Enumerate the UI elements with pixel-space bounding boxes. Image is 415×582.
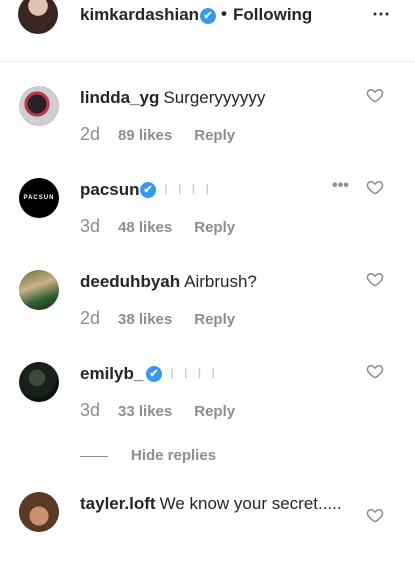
comment-item: lindda_yg Surgeryyyyyy 2d 89 likes Reply <box>0 86 415 176</box>
redacted-comment-text: I I I I <box>164 181 213 197</box>
comment-likes[interactable]: 33 likes <box>118 403 172 420</box>
more-options-icon[interactable]: ⋯ <box>372 4 390 25</box>
heart-outline-icon[interactable] <box>366 86 384 104</box>
commenter-avatar[interactable] <box>19 492 59 532</box>
comment-meta: 2d 38 likes Reply <box>80 308 235 329</box>
comment-item: tayler.loft We know your secret..... <box>0 492 415 582</box>
commenter-username[interactable]: pacsun <box>80 180 140 199</box>
commenter-avatar[interactable] <box>19 270 59 310</box>
post-author-username[interactable]: kimkardashian <box>80 5 199 25</box>
hide-replies-divider <box>80 456 108 457</box>
comment-meta: 3d 48 likes Reply <box>80 216 235 237</box>
comment-time: 2d <box>80 124 101 144</box>
comment-likes[interactable]: 38 likes <box>118 311 172 328</box>
comment-more-icon[interactable]: ••• <box>332 177 349 195</box>
comment-time: 3d <box>80 400 101 420</box>
heart-outline-icon[interactable] <box>366 362 384 380</box>
following-button[interactable]: Following <box>233 5 312 25</box>
commenter-username[interactable]: deeduhbyah <box>80 272 180 291</box>
comment-item: PACSUN pacsun ✔ I I I I ••• 3d 48 likes Re… <box>0 177 415 268</box>
commenter-avatar[interactable]: PACSUN <box>19 178 59 218</box>
commenter-avatar[interactable] <box>19 86 59 126</box>
hide-replies-label: Hide replies <box>131 447 217 464</box>
comment-item: emilyb_ ✔ I I I I 3d 33 likes Reply <box>0 362 415 452</box>
hide-replies-button[interactable]: Hide replies <box>80 446 330 466</box>
post-header: kimkardashian ✔ • Following ⋯ <box>0 0 415 62</box>
comment-likes[interactable]: 48 likes <box>118 219 172 236</box>
comment-text: Surgeryyyyyy <box>163 88 266 107</box>
verified-badge-icon: ✔ <box>140 182 156 198</box>
comment-text: Airbrush? <box>184 272 257 291</box>
verified-badge-icon: ✔ <box>200 8 216 24</box>
reply-button[interactable]: Reply <box>194 403 235 420</box>
comment-time: 2d <box>80 308 101 328</box>
reply-button[interactable]: Reply <box>194 311 235 328</box>
commenter-username[interactable]: lindda_yg <box>80 88 159 107</box>
pacsun-logo-text: PACSUN <box>23 195 55 201</box>
reply-button[interactable]: Reply <box>194 219 235 236</box>
header-separator: • <box>221 4 227 23</box>
heart-outline-icon[interactable] <box>366 506 384 524</box>
reply-button[interactable]: Reply <box>194 127 235 144</box>
verified-badge-icon: ✔ <box>146 366 162 382</box>
comment-meta: 3d 33 likes Reply <box>80 400 235 421</box>
heart-outline-icon[interactable] <box>366 270 384 288</box>
comment-time: 3d <box>80 216 101 236</box>
heart-outline-icon[interactable] <box>366 178 384 196</box>
comment-likes[interactable]: 89 likes <box>118 127 172 144</box>
commenter-username[interactable]: emilyb_ <box>80 364 143 383</box>
comment-text: We know your secret..... <box>159 494 342 513</box>
post-author-avatar[interactable] <box>18 0 58 34</box>
commenter-username[interactable]: tayler.loft <box>80 494 156 513</box>
comment-item: deeduhbyah Airbrush? 2d 38 likes Reply <box>0 270 415 360</box>
redacted-comment-text: I I I I <box>170 365 219 381</box>
comment-meta: 2d 89 likes Reply <box>80 124 235 145</box>
commenter-avatar[interactable] <box>19 362 59 402</box>
